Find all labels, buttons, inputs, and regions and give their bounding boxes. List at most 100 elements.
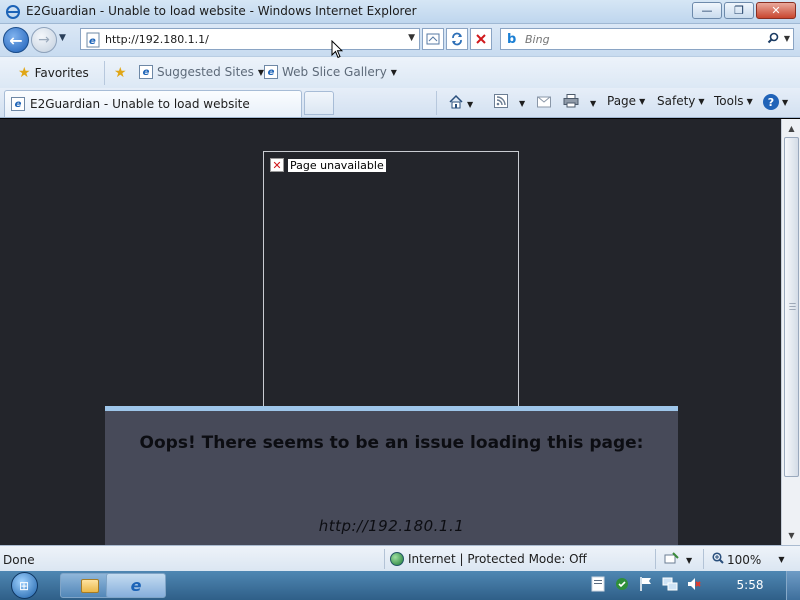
status-separator: [703, 549, 704, 569]
close-button[interactable]: ✕: [756, 2, 796, 19]
scroll-down-icon[interactable]: ▼: [784, 528, 799, 543]
error-heading: Oops! There seems to be an issue loading…: [139, 433, 644, 453]
scroll-thumb[interactable]: — — —: [784, 137, 799, 477]
chevron-down-icon: ▼: [778, 555, 785, 564]
home-icon: [448, 94, 464, 114]
title-bar: E2Guardian - Unable to load website - Wi…: [0, 0, 800, 24]
tab-page-icon: e: [11, 97, 25, 111]
chevron-down-icon: ▼: [698, 96, 705, 106]
add-favorite-star-icon: ★: [114, 65, 127, 81]
action-center-flag-icon[interactable]: [638, 576, 654, 592]
favorites-separator: [104, 61, 105, 85]
broken-image-icon: ✕: [270, 158, 284, 172]
favorites-button[interactable]: ★ Favorites: [18, 65, 89, 81]
windows-logo-icon: ⊞: [10, 572, 38, 599]
broken-image-frame: ✕ Page unavailable: [263, 151, 519, 413]
help-menu[interactable]: ? ▼: [763, 94, 788, 110]
add-to-favorites-bar-button[interactable]: ★: [114, 65, 127, 81]
minimize-button[interactable]: —: [692, 2, 722, 19]
favorites-star-icon: ★: [18, 65, 31, 81]
security-zone-label: Internet | Protected Mode: Off: [408, 552, 587, 566]
search-input[interactable]: [525, 31, 755, 47]
zoom-level: 100%: [727, 552, 762, 567]
popup-blocker-icon: [664, 552, 680, 569]
navigation-bar: ← → ▼ e ▼ b ▼: [0, 24, 800, 56]
chevron-down-icon[interactable]: ▼: [590, 99, 596, 108]
chevron-down-icon: ▼: [746, 96, 753, 106]
clock[interactable]: 5:58: [728, 578, 772, 592]
print-button[interactable]: ▼: [563, 94, 596, 112]
status-separator: [655, 549, 656, 569]
system-tray: [590, 576, 702, 592]
mouse-cursor-icon: [331, 40, 343, 59]
back-button[interactable]: ←: [3, 27, 29, 53]
security-zone[interactable]: Internet | Protected Mode: Off: [390, 552, 587, 566]
chevron-down-icon: ▼: [639, 96, 646, 106]
globe-icon: [390, 552, 404, 566]
stop-button[interactable]: [470, 28, 492, 50]
suggested-sites-label: Suggested Sites: [157, 65, 254, 79]
command-separator: [436, 91, 437, 115]
search-dropdown-icon[interactable]: ▼: [784, 34, 790, 43]
broken-image-alt-text: Page unavailable: [288, 158, 386, 172]
error-panel: Oops! There seems to be an issue loading…: [105, 406, 678, 545]
search-box[interactable]: b ▼: [500, 28, 794, 50]
folder-icon: [81, 578, 99, 593]
window-title: E2Guardian - Unable to load website - Wi…: [26, 4, 417, 18]
broken-image: ✕ Page unavailable: [270, 158, 386, 172]
safety-menu[interactable]: Safety ▼: [657, 94, 705, 108]
tab-title: E2Guardian - Unable to load website: [30, 97, 250, 111]
chevron-down-icon[interactable]: ▼: [467, 100, 473, 109]
suggested-sites-link[interactable]: e Suggested Sites ▼: [139, 65, 264, 79]
bing-icon: b: [507, 32, 517, 47]
tools-menu-label: Tools: [714, 94, 744, 108]
page-icon: e: [85, 32, 101, 48]
home-button[interactable]: ▼: [448, 94, 473, 114]
tray-document-icon[interactable]: [590, 576, 606, 592]
ie-icon: e: [130, 576, 142, 595]
show-desktop-button[interactable]: [786, 571, 800, 600]
zoom-control[interactable]: 100% ▼: [712, 552, 784, 567]
web-slice-gallery-link[interactable]: e Web Slice Gallery ▼: [264, 65, 397, 79]
forward-button[interactable]: →: [31, 27, 57, 53]
page-menu-label: Page: [607, 94, 637, 108]
page-menu[interactable]: Page ▼: [607, 94, 645, 108]
taskbar-ie-button[interactable]: e: [106, 573, 166, 598]
volume-muted-icon[interactable]: [686, 576, 702, 592]
safety-menu-label: Safety: [657, 94, 696, 108]
chevron-down-icon[interactable]: ▼: [519, 99, 525, 108]
ie-page-icon: e: [139, 65, 153, 79]
tab-bar: e E2Guardian - Unable to load website ▼ …: [0, 88, 800, 118]
tab-current[interactable]: e E2Guardian - Unable to load website: [4, 90, 302, 117]
start-button[interactable]: ⊞: [4, 571, 44, 600]
chevron-down-icon: ▼: [390, 67, 397, 77]
address-dropdown-icon[interactable]: ▼: [408, 33, 415, 43]
printer-icon: [563, 94, 579, 112]
history-dropdown-icon[interactable]: ▼: [59, 33, 66, 43]
new-tab-button[interactable]: [304, 91, 334, 115]
address-bar[interactable]: e ▼: [80, 28, 420, 50]
scroll-up-icon[interactable]: ▲: [784, 121, 799, 136]
tray-security-icon[interactable]: [614, 576, 630, 592]
error-url: http://192.180.1.1: [318, 517, 465, 535]
read-mail-button[interactable]: [537, 94, 551, 112]
vertical-scrollbar[interactable]: ▲ — — — ▼: [781, 119, 800, 545]
feeds-button[interactable]: ▼: [494, 94, 525, 112]
zoom-icon: [712, 552, 724, 567]
chevron-down-icon: ▼: [782, 97, 789, 107]
network-icon[interactable]: [662, 576, 678, 592]
search-icon[interactable]: [767, 32, 779, 47]
popup-settings[interactable]: ▼: [664, 552, 692, 569]
status-separator: [384, 549, 385, 569]
refresh-button[interactable]: [446, 28, 468, 50]
taskbar: ⊞ e 5:58: [0, 571, 800, 600]
web-slice-gallery-label: Web Slice Gallery: [282, 65, 387, 79]
help-icon: ?: [763, 94, 779, 110]
address-input[interactable]: [105, 31, 405, 47]
tools-menu[interactable]: Tools ▼: [714, 94, 753, 108]
scroll-grip-icon: — — —: [789, 299, 796, 313]
page-content: ✕ Page unavailable Oops! There seems to …: [0, 119, 781, 545]
feed-icon: [494, 94, 508, 112]
maximize-button[interactable]: ❐: [724, 2, 754, 19]
compatibility-view-button[interactable]: [422, 28, 444, 50]
